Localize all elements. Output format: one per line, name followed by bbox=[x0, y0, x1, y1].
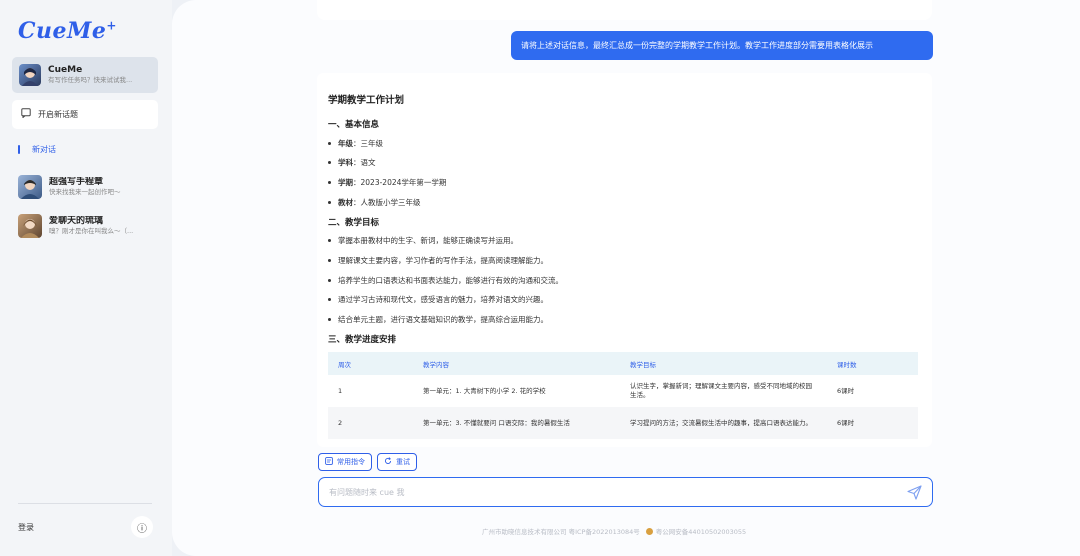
table-cell: 学习提问的方法；交流暑假生活中的趣事，提高口语表达能力。 bbox=[620, 407, 827, 440]
schedule-table: 周次 教学内容 教学目标 课时数 1 第一单元：1. 大青树下的小学 2. 花的… bbox=[328, 352, 918, 447]
list-value: ：三年级 bbox=[353, 138, 383, 148]
message-input[interactable] bbox=[329, 487, 906, 497]
retry-label: 重试 bbox=[396, 458, 410, 466]
info-icon[interactable]: ⓘ bbox=[131, 516, 153, 538]
table-header: 周次 bbox=[328, 352, 413, 376]
quick-actions: 常用指令 重试 bbox=[318, 453, 417, 471]
table-cell bbox=[328, 439, 413, 447]
table-cell bbox=[413, 439, 620, 447]
table-cell: 1 bbox=[328, 375, 413, 408]
table-cell: 第一单元：1. 大青树下的小学 2. 花的学校 bbox=[413, 375, 620, 408]
assistant-answer: 学期教学工作计划 一、基本信息 年级 ：三年级 学科 ：语文 学期 ：2023-202… bbox=[317, 73, 932, 447]
active-indicator bbox=[18, 145, 20, 154]
message-composer bbox=[318, 477, 933, 507]
footer: 广州市助晓信息技术有限公司 粤ICP备2022013084号 粤公网安备4401… bbox=[482, 526, 746, 536]
command-icon bbox=[325, 457, 333, 467]
sidebar-divider bbox=[18, 503, 152, 504]
goal-text: 理解课文主要内容，学习作者的写作手法，提高阅读理解能力。 bbox=[338, 255, 548, 265]
logo-text: CueMe bbox=[18, 18, 107, 44]
goal-text: 培养学生的口语表达和书面表达能力，能够进行有效的沟通和交流。 bbox=[338, 275, 563, 285]
list-item: 年级 ：三年级 bbox=[328, 137, 921, 149]
conversation-label: 新对话 bbox=[32, 145, 56, 154]
icp-record[interactable]: 广州市助晓信息技术有限公司 粤ICP备2022013084号 bbox=[482, 526, 640, 536]
goal-text: 掌握本册教材中的生字、新词，能够正确读写并运用。 bbox=[338, 236, 518, 246]
retry-button[interactable]: 重试 bbox=[377, 453, 417, 471]
table-cell bbox=[827, 439, 918, 447]
list-item: 教材 ：人教版小学三年级 bbox=[328, 196, 921, 208]
list-value: ：语文 bbox=[353, 158, 376, 168]
section-heading: 一、基本信息 bbox=[328, 120, 380, 130]
chat-name: 爱聊天的琉璃 bbox=[49, 216, 104, 226]
previous-message-edge bbox=[317, 0, 932, 20]
list-item: 培养学生的口语表达和书面表达能力，能够进行有效的沟通和交流。 bbox=[328, 274, 921, 286]
list-item: 学期 ：2023-2024学年第一学期 bbox=[328, 176, 921, 188]
section-heading: 三、教学进度安排 bbox=[328, 335, 397, 346]
chat-item-liuli[interactable]: 爱聊天的琉璃 嗅？刚才是你在叫我么～（... bbox=[18, 213, 158, 239]
table-header: 教学内容 bbox=[413, 352, 620, 376]
list-value: ：人教版小学三年级 bbox=[353, 197, 421, 207]
new-topic-button[interactable]: 开启新话题 bbox=[12, 100, 158, 129]
table-cell: 6课时 bbox=[827, 375, 918, 408]
chat-subtitle: 快来找我来一起创作吧～ bbox=[49, 188, 121, 196]
table-cell bbox=[620, 439, 827, 447]
chat-plus-icon bbox=[21, 108, 31, 121]
common-commands-button[interactable]: 常用指令 bbox=[318, 453, 372, 471]
answer-title: 学期教学工作计划 bbox=[328, 95, 405, 106]
table-row: 1 第一单元：1. 大青树下的小学 2. 花的学校 认识生字，掌握新词；理解课文… bbox=[328, 375, 918, 408]
table-row bbox=[328, 439, 918, 447]
writer-avatar bbox=[18, 175, 42, 199]
list-item: 结合单元主题，进行语文基础知识的教学，提高综合运用能力。 bbox=[328, 314, 921, 326]
table-cell: 2 bbox=[328, 407, 413, 440]
agent-subtitle: 有写作任务吗？快来试试我... bbox=[48, 76, 133, 84]
table-cell: 认识生字，掌握新词；理解课文主要内容，感受不同地域的校园生活。 bbox=[620, 375, 827, 408]
section-heading: 二、教学目标 bbox=[328, 217, 380, 228]
login-link[interactable]: 登录 bbox=[18, 522, 34, 533]
table-row: 2 第一单元：3. 不懂就要问 口语交际：我的暑假生活 学习提问的方法；交流暑假… bbox=[328, 407, 918, 440]
goal-text: 通过学习古诗和现代文，感受语言的魅力，培养对语文的兴趣。 bbox=[338, 295, 548, 305]
new-topic-label: 开启新话题 bbox=[38, 110, 78, 119]
user-message-bubble: 请将上述对话信息，最终汇总成一份完整的学期教学工作计划。教学工作进度部分需要用表… bbox=[511, 31, 933, 60]
list-item: 掌握本册教材中的生字、新词，能够正确读写并运用。 bbox=[328, 235, 921, 247]
logo-spark-icon: + bbox=[106, 18, 117, 33]
list-label: 学期 bbox=[338, 177, 353, 187]
liuli-avatar bbox=[18, 214, 42, 238]
agent-name: CueMe bbox=[48, 65, 83, 75]
list-item: 理解课文主要内容，学习作者的写作手法，提高阅读理解能力。 bbox=[328, 254, 921, 266]
table-cell: 6课时 bbox=[827, 407, 918, 440]
table-cell: 第一单元：3. 不懂就要问 口语交际：我的暑假生活 bbox=[413, 407, 620, 440]
sidebar: CueMe+ CueMe 有写作任务吗？快来试试我... 开启新话题 新对话 超… bbox=[0, 0, 172, 556]
refresh-icon bbox=[384, 457, 392, 467]
list-item: 通过学习古诗和现代文，感受语言的魅力，培养对语文的兴趣。 bbox=[328, 294, 921, 306]
chat-subtitle: 嗅？刚才是你在叫我么～（... bbox=[49, 227, 134, 235]
goal-text: 结合单元主题，进行语文基础知识的教学，提高综合运用能力。 bbox=[338, 315, 548, 324]
cueme-logo[interactable]: CueMe+ bbox=[18, 18, 117, 44]
list-label: 学科 bbox=[338, 158, 353, 168]
agent-avatar bbox=[19, 64, 41, 86]
send-icon[interactable] bbox=[906, 484, 922, 500]
common-commands-label: 常用指令 bbox=[337, 458, 365, 466]
main-panel: 请将上述对话信息，最终汇总成一份完整的学期教学工作计划。教学工作进度部分需要用表… bbox=[172, 0, 1080, 556]
table-header-row: 周次 教学内容 教学目标 课时数 bbox=[328, 352, 918, 376]
police-record[interactable]: 粤公网安备44010502003055 bbox=[656, 526, 746, 536]
chat-item-writer[interactable]: 超强写手程章 快来找我来一起创作吧～ bbox=[18, 174, 158, 200]
list-label: 年级 bbox=[338, 138, 353, 148]
conversation-item-new[interactable]: 新对话 bbox=[18, 144, 56, 155]
agent-card-cueme[interactable]: CueMe 有写作任务吗？快来试试我... bbox=[12, 57, 158, 93]
table-header: 课时数 bbox=[827, 352, 918, 376]
list-label: 教材 bbox=[338, 197, 353, 207]
list-value: ：2023-2024学年第一学期 bbox=[353, 177, 447, 187]
table-header: 教学目标 bbox=[620, 352, 827, 376]
list-item: 学科 ：语文 bbox=[328, 157, 921, 169]
police-badge-icon bbox=[645, 527, 653, 535]
chat-name: 超强写手程章 bbox=[49, 177, 104, 187]
